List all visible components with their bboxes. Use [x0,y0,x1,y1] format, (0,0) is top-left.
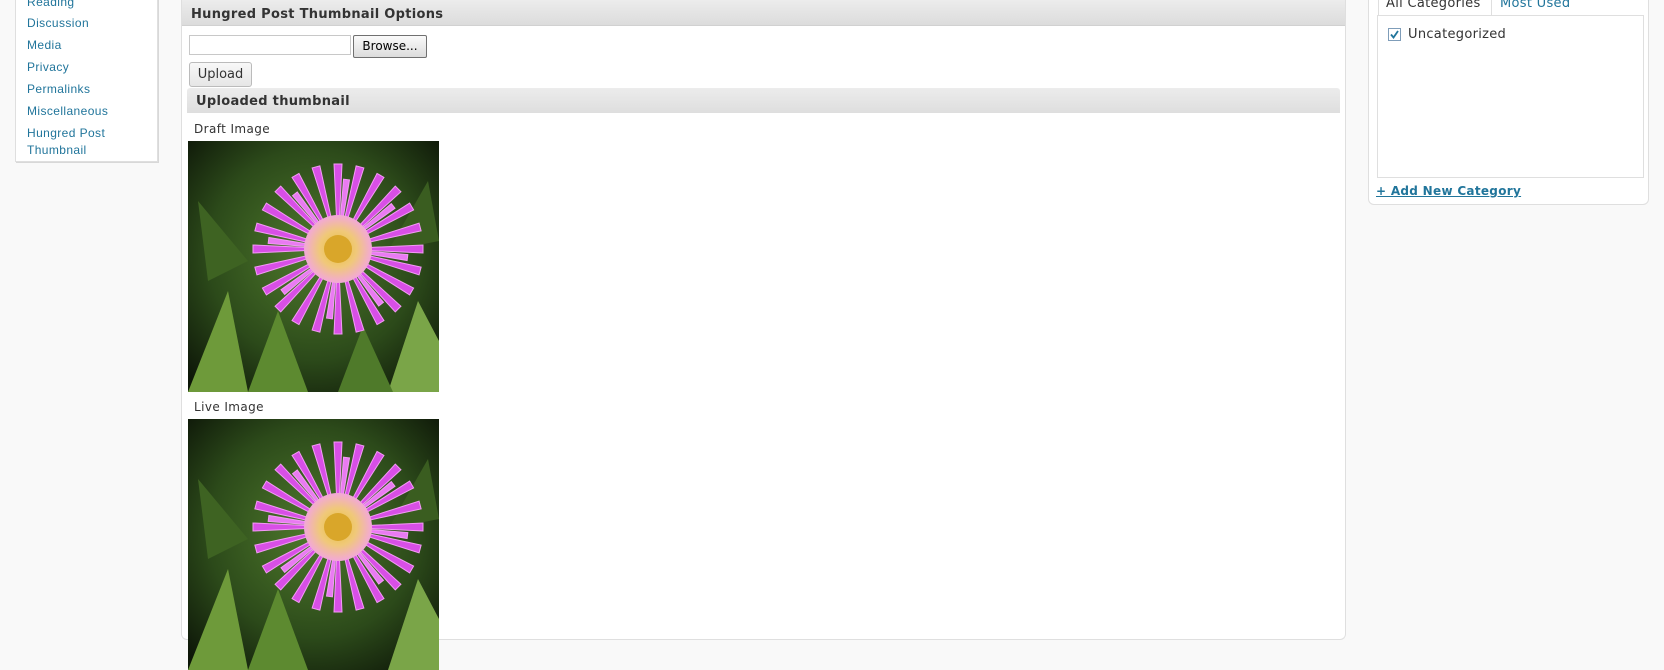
browse-button[interactable]: Browse... [353,35,427,58]
menu-item-media[interactable]: Media [27,37,152,54]
category-label: Uncategorized [1408,27,1507,42]
settings-submenu: Reading Discussion Media Privacy Permali… [15,0,158,162]
menu-item-reading[interactable]: Reading [27,0,152,11]
checkmark-icon [1390,30,1399,39]
upload-button[interactable]: Upload [189,62,252,87]
live-image [188,419,439,670]
uploaded-thumbnail-header: Uploaded thumbnail [187,88,1340,113]
menu-item-discussion[interactable]: Discussion [27,15,152,32]
categories-box: All Categories Most Used Uncategorized +… [1368,0,1649,205]
flower-photo-icon [188,419,439,670]
menu-item-hungred-post-thumbnail[interactable]: Hungred Post Thumbnail [27,125,152,159]
file-path-input[interactable] [189,35,351,55]
tab-all-categories[interactable]: All Categories [1378,0,1492,16]
menu-item-privacy[interactable]: Privacy [27,59,152,76]
postbox-title: Hungred Post Thumbnail Options [191,7,444,22]
menu-item-permalinks[interactable]: Permalinks [27,81,152,98]
tab-most-used[interactable]: Most Used [1500,0,1570,15]
thumbnail-options-box: Hungred Post Thumbnail Options Browse...… [181,0,1346,670]
add-new-category-link[interactable]: + Add New Category [1376,184,1521,198]
live-image-label: Live Image [194,400,264,414]
draft-image [188,141,439,392]
category-item[interactable]: Uncategorized [1388,27,1506,42]
uploaded-thumbnail-heading: Uploaded thumbnail [196,94,350,109]
draft-image-label: Draft Image [194,122,271,136]
postbox-header[interactable]: Hungred Post Thumbnail Options [182,0,1345,26]
flower-photo-icon [188,141,439,392]
uncategorized-checkbox[interactable] [1388,28,1401,41]
category-list: Uncategorized [1377,15,1644,178]
menu-item-miscellaneous[interactable]: Miscellaneous [27,103,152,120]
